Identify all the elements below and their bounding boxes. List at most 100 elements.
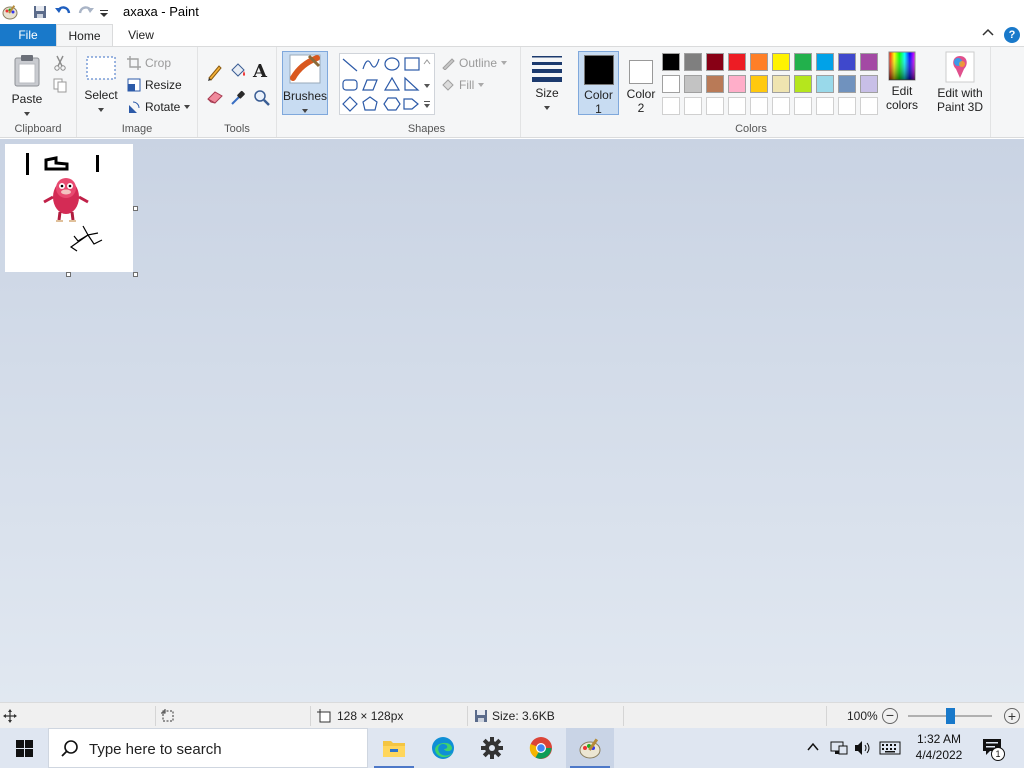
palette-swatch[interactable] <box>706 53 724 71</box>
palette-swatch[interactable] <box>772 53 790 71</box>
palette-swatch[interactable] <box>750 75 768 93</box>
size-button[interactable]: Size <box>527 53 567 115</box>
palette-swatch[interactable] <box>860 75 878 93</box>
notification-center-button[interactable]: 1 <box>982 738 1006 761</box>
zoom-in-button[interactable]: + <box>1004 708 1020 724</box>
palette-swatch[interactable] <box>794 53 812 71</box>
zoom-slider-thumb[interactable] <box>946 708 955 724</box>
redo-icon[interactable] <box>77 3 95 21</box>
taskbar-settings[interactable] <box>468 728 516 768</box>
resize-button[interactable]: Resize <box>127 75 182 95</box>
palette-swatch[interactable] <box>772 75 790 93</box>
custom-color-slot[interactable] <box>706 97 724 115</box>
resize-handle-right[interactable] <box>133 206 138 211</box>
palette-swatch[interactable] <box>662 53 680 71</box>
canvas-drawing <box>26 153 103 252</box>
clipboard-group: Paste Clipboard <box>0 47 77 137</box>
rotate-dropdown-icon <box>184 105 191 109</box>
color-picker-icon[interactable] <box>229 89 247 110</box>
eraser-icon[interactable] <box>206 89 224 108</box>
magnifier-icon[interactable] <box>253 89 271 110</box>
custom-color-slot[interactable] <box>684 97 702 115</box>
rotate-button[interactable]: Rotate <box>127 97 191 117</box>
resize-handle-corner[interactable] <box>133 272 138 277</box>
palette-swatch[interactable] <box>684 53 702 71</box>
palette-swatch[interactable] <box>706 75 724 93</box>
palette-swatch[interactable] <box>750 53 768 71</box>
edit-colors-button[interactable]: Edit colors <box>879 51 925 115</box>
brushes-group: Brushes <box>277 47 333 137</box>
custom-color-slot[interactable] <box>728 97 746 115</box>
search-icon <box>61 740 79 761</box>
taskbar-file-explorer[interactable] <box>370 728 418 768</box>
custom-color-slot[interactable] <box>794 97 812 115</box>
color1-button[interactable]: Color 1 <box>578 51 619 116</box>
title-bar: axaxa - Paint <box>0 0 1024 24</box>
network-icon[interactable] <box>830 740 848 759</box>
start-button[interactable] <box>0 728 48 768</box>
tab-home[interactable]: Home <box>56 24 113 46</box>
taskbar-chrome[interactable] <box>517 728 565 768</box>
resize-handle-bottom[interactable] <box>66 272 71 277</box>
crop-button[interactable]: Crop <box>127 53 171 73</box>
palette-swatch[interactable] <box>728 53 746 71</box>
size-label: Size <box>535 86 559 100</box>
undo-icon[interactable] <box>54 3 72 21</box>
select-button[interactable]: Select <box>83 55 119 115</box>
shapes-group-label: Shapes <box>407 123 446 135</box>
selection-rectangle-icon <box>86 56 116 80</box>
fill-button[interactable]: Fill <box>441 75 485 95</box>
save-icon[interactable] <box>32 3 48 21</box>
shapes-gallery[interactable] <box>339 53 435 115</box>
palette-swatch[interactable] <box>728 75 746 93</box>
collapse-ribbon-icon[interactable] <box>982 27 994 40</box>
volume-icon[interactable] <box>854 740 872 759</box>
window-title: axaxa - Paint <box>123 4 199 19</box>
tab-view[interactable]: View <box>113 24 169 46</box>
palette-swatch[interactable] <box>816 75 834 93</box>
paint-app-icon[interactable] <box>2 3 18 21</box>
drawing-canvas[interactable] <box>5 144 133 272</box>
customize-quick-access-icon[interactable] <box>99 3 109 21</box>
show-hidden-icons-chevron-icon[interactable] <box>806 740 820 757</box>
custom-color-slot[interactable] <box>838 97 856 115</box>
edit-with-paint3d-button[interactable]: Edit with Paint 3D <box>932 51 988 115</box>
taskbar-search-box[interactable]: Type here to search <box>48 728 368 768</box>
copy-icon[interactable] <box>52 77 68 96</box>
pencil-icon[interactable] <box>206 63 224 84</box>
paste-button[interactable]: Paste <box>6 53 48 116</box>
outline-icon <box>442 58 455 70</box>
fill-bucket-icon[interactable] <box>229 62 247 83</box>
taskbar-edge[interactable] <box>419 728 467 768</box>
help-icon[interactable]: ? <box>1004 27 1020 43</box>
custom-color-slot[interactable] <box>662 97 680 115</box>
taskbar-paint[interactable] <box>566 728 614 768</box>
custom-color-slot[interactable] <box>860 97 878 115</box>
palette-swatch[interactable] <box>816 53 834 71</box>
tab-file[interactable]: File <box>0 24 56 46</box>
shapes-scroll-up-icon[interactable] <box>423 55 431 69</box>
canvas-workspace[interactable] <box>0 139 1024 702</box>
paint-window: axaxa - Paint File Home View ? Paste Cli… <box>0 0 1024 728</box>
custom-color-slot[interactable] <box>816 97 834 115</box>
shapes-scroll-down-icon[interactable] <box>423 79 431 93</box>
taskbar-clock[interactable]: 1:32 AM 4/4/2022 <box>908 731 970 763</box>
palette-swatch[interactable] <box>860 53 878 71</box>
notification-badge: 1 <box>991 747 1005 761</box>
outline-button[interactable]: Outline <box>441 53 508 73</box>
keyboard-icon[interactable] <box>879 741 901 758</box>
zoom-out-button[interactable]: − <box>882 708 898 724</box>
shapes-expand-icon[interactable] <box>423 99 431 113</box>
custom-color-slot[interactable] <box>750 97 768 115</box>
palette-swatch[interactable] <box>662 75 680 93</box>
palette-swatch[interactable] <box>838 53 856 71</box>
palette-swatch[interactable] <box>684 75 702 93</box>
paste-dropdown-icon <box>24 112 30 116</box>
color2-button[interactable]: Color 2 <box>621 51 661 115</box>
palette-swatch[interactable] <box>838 75 856 93</box>
text-tool-icon[interactable]: A <box>253 61 267 82</box>
cut-icon[interactable] <box>52 55 68 74</box>
brushes-button[interactable]: Brushes <box>282 51 328 115</box>
palette-swatch[interactable] <box>794 75 812 93</box>
custom-color-slot[interactable] <box>772 97 790 115</box>
